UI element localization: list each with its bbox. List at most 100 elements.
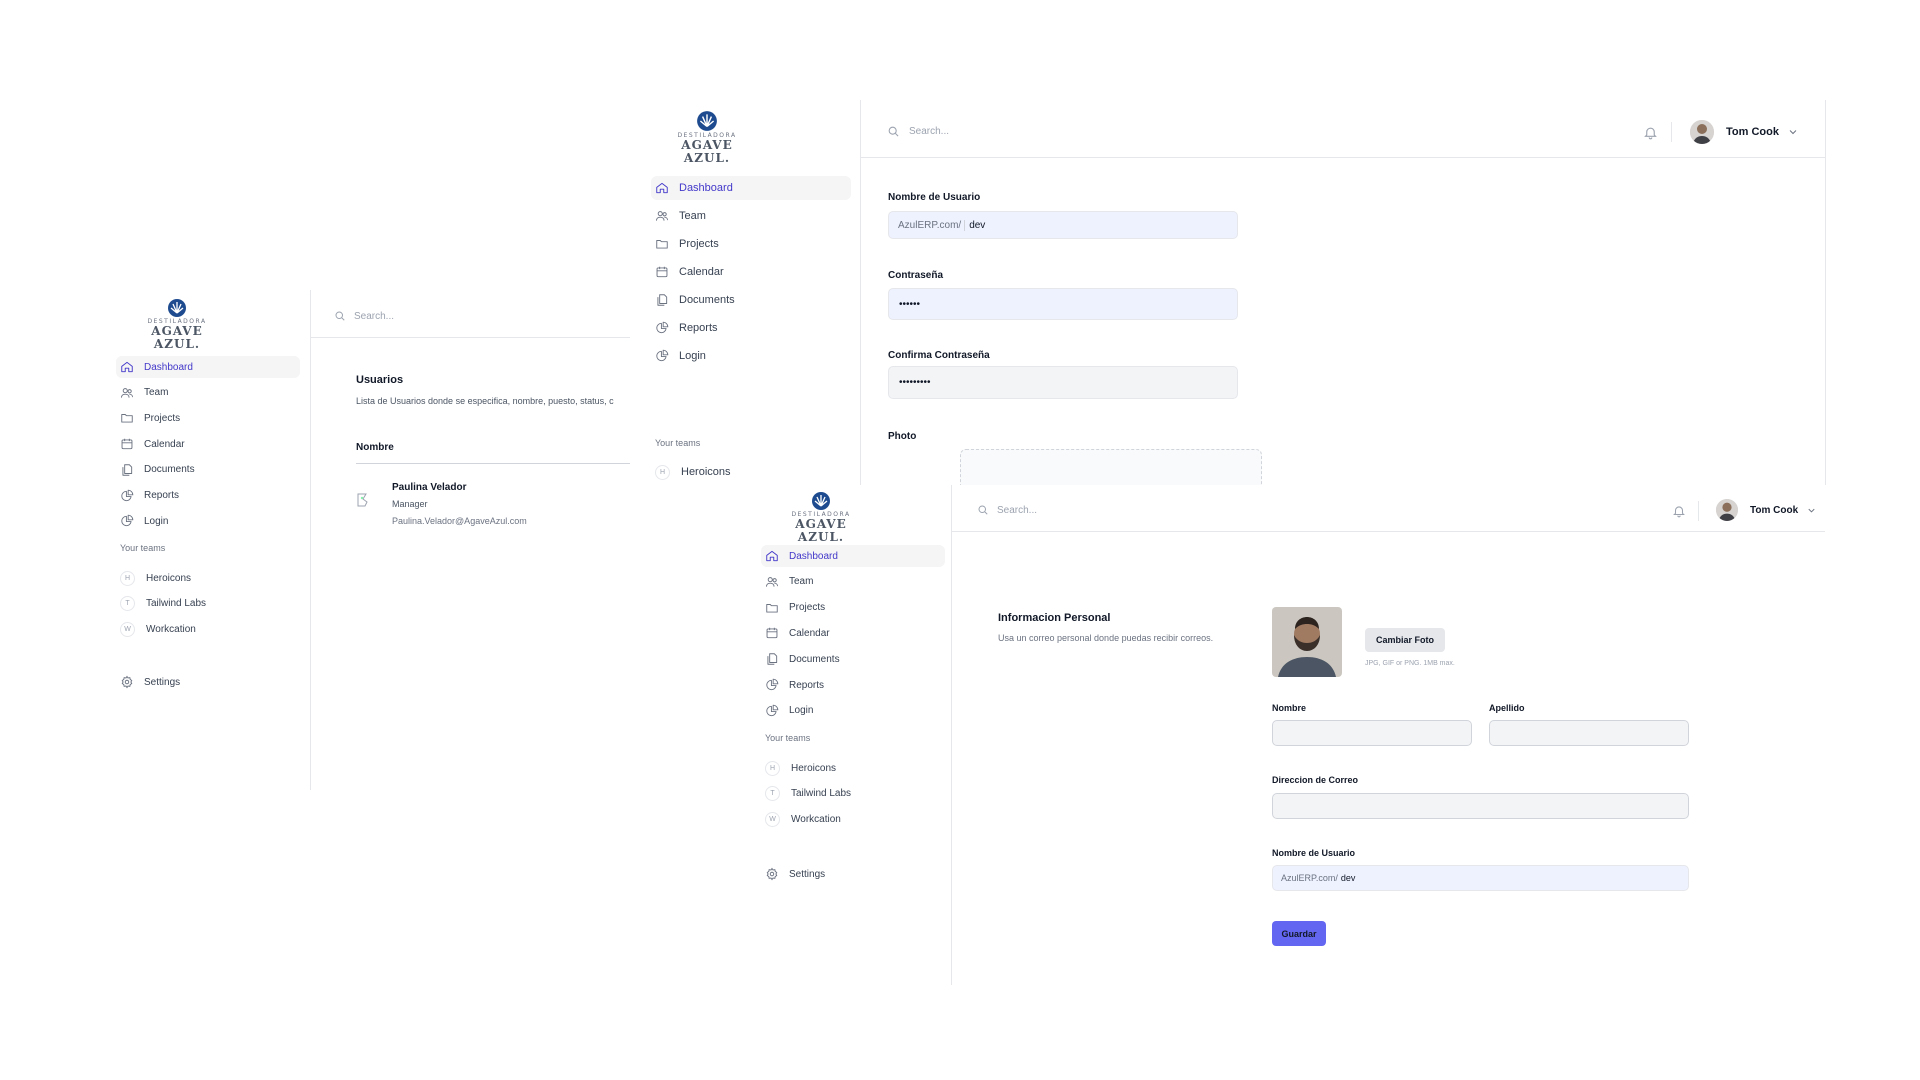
team-heroicons[interactable]: H Heroicons — [651, 460, 851, 484]
first-name-label: Nombre — [1272, 703, 1307, 713]
nav-reports[interactable]: Reports — [116, 485, 300, 507]
username-value: dev — [1340, 873, 1356, 883]
nav-reports[interactable]: Reports — [761, 674, 945, 696]
nav-label: Login — [144, 515, 169, 527]
search-input[interactable]: Search... — [909, 126, 949, 137]
team-initial-badge: T — [765, 786, 780, 802]
photo-hint: JPG, GIF or PNG. 1MB max. — [1365, 660, 1455, 667]
email-input[interactable] — [1272, 793, 1689, 819]
users-icon — [765, 576, 779, 587]
chart-pie-icon — [766, 704, 779, 716]
confirm-password-field[interactable]: ••••••••• — [888, 366, 1238, 399]
team-workcation[interactable]: W Workcation — [761, 809, 945, 831]
page-description: Lista de Usuarios donde se especifica, n… — [356, 396, 614, 406]
chart-pie-icon — [766, 678, 779, 691]
team-name: Tailwind Labs — [146, 598, 207, 610]
search-input[interactable]: Search... — [354, 311, 394, 322]
nav-dashboard[interactable]: Dashboard — [116, 356, 300, 378]
nav-login[interactable]: Login — [116, 510, 300, 532]
nav-documents[interactable]: Documents — [761, 648, 945, 670]
calendar-icon — [766, 628, 778, 639]
brand-logo: DESTILADORA AGAVE AZUL. — [130, 298, 224, 351]
user-menu[interactable]: Tom Cook — [1690, 120, 1799, 144]
nav-settings[interactable]: Settings — [116, 671, 300, 693]
team-name: Workcation — [791, 814, 841, 826]
agave-logo-icon — [812, 492, 830, 510]
folder-icon — [766, 603, 778, 613]
home-icon — [121, 361, 133, 373]
search-bar[interactable]: Search... — [977, 504, 1037, 516]
folder-icon — [656, 240, 668, 249]
username-field[interactable]: AzulERP.com/ dev — [1272, 865, 1689, 891]
nav-documents[interactable]: Documents — [651, 288, 851, 312]
users-icon — [120, 387, 134, 398]
user-menu[interactable]: Tom Cook — [1716, 499, 1817, 521]
account-window: DESTILADORA AGAVE AZUL. Dashboard Team Pro… — [645, 100, 1826, 485]
nav-projects[interactable]: Projects — [761, 597, 945, 619]
nav-documents[interactable]: Documents — [116, 459, 300, 481]
nav-reports[interactable]: Reports — [651, 316, 851, 340]
nav-team[interactable]: Team — [116, 382, 300, 404]
nav-dashboard[interactable]: Dashboard — [761, 545, 945, 567]
broken-image-icon — [357, 493, 368, 507]
search-bar[interactable]: Search... — [887, 125, 949, 138]
team-workcation[interactable]: W Workcation — [116, 618, 300, 640]
nav-label: Documents — [679, 294, 735, 306]
team-name: Workcation — [146, 623, 196, 635]
last-name-input[interactable] — [1489, 720, 1689, 746]
avatar — [1716, 499, 1738, 521]
team-initial-badge: W — [120, 621, 135, 637]
confirm-password-value: ••••••••• — [899, 377, 931, 388]
team-tailwind-labs[interactable]: T Tailwind Labs — [761, 783, 945, 805]
team-name: Tailwind Labs — [791, 788, 852, 800]
save-button[interactable]: Guardar — [1272, 921, 1326, 946]
user-name: Tom Cook — [1750, 504, 1799, 516]
page-title: Usuarios — [356, 374, 404, 386]
sidebar-divider — [310, 290, 311, 790]
documents-icon — [767, 653, 778, 665]
password-field[interactable]: •••••• — [888, 288, 1238, 320]
username-prefix: AzulERP.com/ — [889, 219, 966, 231]
bell-icon[interactable] — [1672, 504, 1686, 518]
change-photo-button[interactable]: Cambiar Foto — [1365, 628, 1445, 652]
username-field[interactable]: AzulERP.com/ dev — [888, 211, 1238, 239]
profile-photo — [1272, 607, 1342, 677]
nav-settings[interactable]: Settings — [761, 863, 945, 885]
table-row[interactable]: Paulina Velador Manager Paulina.Velador@… — [356, 482, 626, 532]
nav-team[interactable]: Team — [761, 571, 945, 593]
team-heroicons[interactable]: H Heroicons — [116, 567, 300, 589]
nav-login[interactable]: Login — [651, 344, 851, 368]
gear-icon — [766, 867, 778, 881]
nav-team[interactable]: Team — [651, 204, 851, 228]
nav-projects[interactable]: Projects — [116, 407, 300, 429]
first-name-input[interactable] — [1272, 720, 1472, 746]
nav-login[interactable]: Login — [761, 700, 945, 722]
nav-dashboard[interactable]: Dashboard — [651, 176, 851, 200]
brand-logo: DESTILADORA AGAVE AZUL. — [775, 491, 867, 544]
user-role: Manager — [392, 499, 428, 509]
search-input[interactable]: Search... — [997, 505, 1037, 516]
team-name: Heroicons — [681, 466, 731, 478]
team-heroicons[interactable]: H Heroicons — [761, 757, 945, 779]
team-name: Heroicons — [146, 572, 192, 584]
nav-label: Team — [679, 210, 706, 222]
header-separator — [1698, 501, 1699, 521]
nav-label: Projects — [144, 412, 181, 424]
search-bar[interactable]: Search... — [334, 310, 394, 322]
photo-dropzone[interactable] — [960, 449, 1262, 485]
nav-label: Team — [789, 576, 814, 588]
password-value: •••••• — [899, 298, 921, 310]
chevron-down-icon — [1808, 508, 1815, 513]
home-icon — [656, 182, 668, 194]
team-tailwind-labs[interactable]: T Tailwind Labs — [116, 593, 300, 615]
team-initial-badge: W — [765, 812, 780, 828]
nav-calendar[interactable]: Calendar — [761, 622, 945, 644]
avatar — [1690, 120, 1714, 144]
nav-calendar[interactable]: Calendar — [651, 260, 851, 284]
nav-projects[interactable]: Projects — [651, 232, 851, 256]
nav-label: Login — [679, 350, 706, 362]
nav-calendar[interactable]: Calendar — [116, 433, 300, 455]
bell-icon[interactable] — [1643, 125, 1658, 140]
sidebar: Dashboard Team Projects Calendar Documents Re… — [761, 545, 945, 965]
nav-label: Calendar — [789, 627, 830, 639]
